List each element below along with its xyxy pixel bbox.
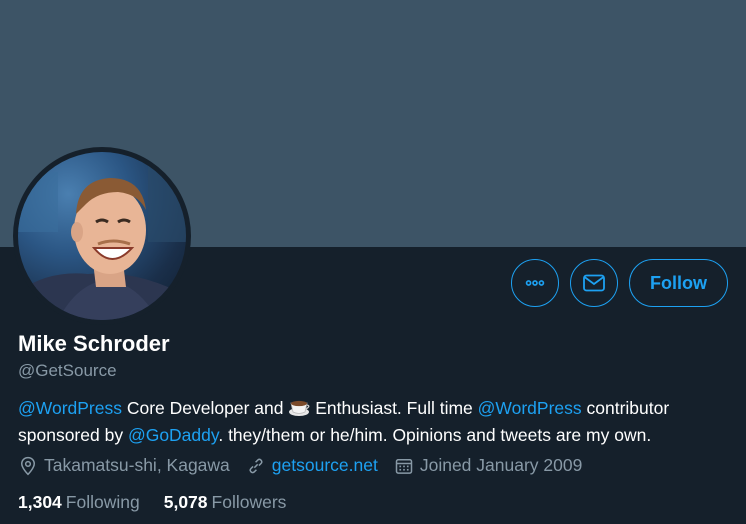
avatar[interactable] bbox=[13, 147, 191, 325]
profile-bio: @WordPress Core Developer and Enthusiast… bbox=[18, 396, 718, 447]
mention-wordpress-link[interactable]: @WordPress bbox=[18, 398, 122, 418]
website-link[interactable]: getsource.net bbox=[272, 455, 378, 476]
location: Takamatsu-shi, Kagawa bbox=[18, 455, 230, 476]
location-pin-icon bbox=[20, 456, 36, 475]
mention-godaddy-link[interactable]: @GoDaddy bbox=[128, 425, 218, 445]
profile-name: Mike Schroder bbox=[18, 331, 170, 356]
bio-text: Core Developer and bbox=[122, 398, 289, 418]
envelope-icon bbox=[583, 274, 605, 292]
profile-handle: @GetSource bbox=[18, 361, 117, 380]
join-date-text: Joined January 2009 bbox=[419, 455, 583, 475]
followers-count: 5,078 bbox=[163, 492, 208, 512]
more-horizontal-icon bbox=[525, 280, 545, 286]
following-stat[interactable]: 1,304 Following bbox=[18, 492, 140, 513]
bio-text: . they/them or he/him. Opinions and twee… bbox=[218, 425, 652, 445]
profile-photo-illustration bbox=[18, 162, 186, 320]
mention-wordpress-link[interactable]: @WordPress bbox=[478, 398, 582, 418]
join-date: Joined January 2009 bbox=[394, 455, 582, 476]
profile-photo[interactable] bbox=[18, 152, 186, 320]
website[interactable]: getsource.net bbox=[246, 455, 378, 476]
profile-actions: Follow bbox=[511, 259, 728, 307]
following-label: Following bbox=[65, 492, 140, 512]
following-count: 1,304 bbox=[18, 492, 62, 512]
bio-text: Enthusiast. Full time bbox=[310, 398, 478, 418]
profile-meta: Takamatsu-shi, Kagawa getsource.net Join… bbox=[18, 455, 598, 476]
followers-stat[interactable]: 5,078 Followers bbox=[164, 492, 287, 513]
calendar-icon bbox=[395, 458, 413, 474]
profile-stats: 1,304 Following 5,078 Followers bbox=[18, 492, 310, 513]
followers-label: Followers bbox=[211, 492, 287, 512]
coffee-icon bbox=[288, 397, 310, 423]
location-text: Takamatsu-shi, Kagawa bbox=[44, 455, 230, 475]
message-button[interactable] bbox=[570, 259, 618, 307]
more-button[interactable] bbox=[511, 259, 559, 307]
link-icon bbox=[249, 458, 263, 473]
follow-button[interactable]: Follow bbox=[629, 259, 728, 307]
